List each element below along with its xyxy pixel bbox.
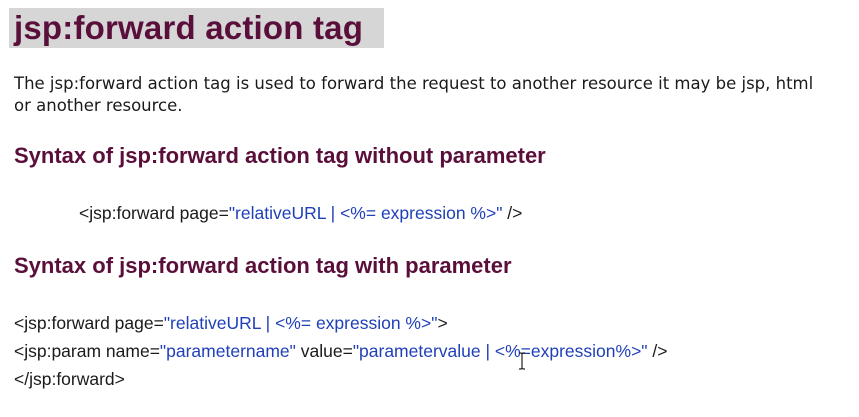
code-param-value-attr: value=	[295, 341, 353, 361]
page-title: jsp:forward action tag	[14, 9, 364, 46]
code-tag-close: >	[437, 313, 448, 333]
code-param-close: />	[647, 341, 668, 361]
code-forward-close-line: </jsp:forward>	[14, 369, 125, 389]
code-param-open: <jsp:param name=	[14, 341, 160, 361]
intro-paragraph: The jsp:forward action tag is used to fo…	[14, 74, 814, 115]
heading-without-parameter: Syntax of jsp:forward action tag without…	[14, 143, 546, 168]
text-cursor-icon	[519, 352, 525, 370]
code-page-value: "relativeURL | <%= expression %>"	[228, 203, 503, 223]
code-param-value-value: "parametervalue | <%=expression%>"	[352, 341, 648, 361]
code-page-value: "relativeURL | <%= expression %>"	[163, 313, 438, 333]
code-param-line: <jsp:param name="parametername" value="p…	[14, 337, 667, 365]
code-tag-open: <jsp:forward page=	[14, 313, 164, 333]
code-tag-open: <jsp:forward page=	[79, 203, 229, 223]
code-param-name-value: "parametername"	[159, 341, 296, 361]
heading-with-parameter: Syntax of jsp:forward action tag with pa…	[14, 253, 512, 278]
code-forward-without-param: <jsp:forward page="relativeURL | <%= exp…	[79, 199, 522, 227]
code-tag-close: />	[502, 203, 523, 223]
code-forward-open-line: <jsp:forward page="relativeURL | <%= exp…	[14, 309, 448, 337]
